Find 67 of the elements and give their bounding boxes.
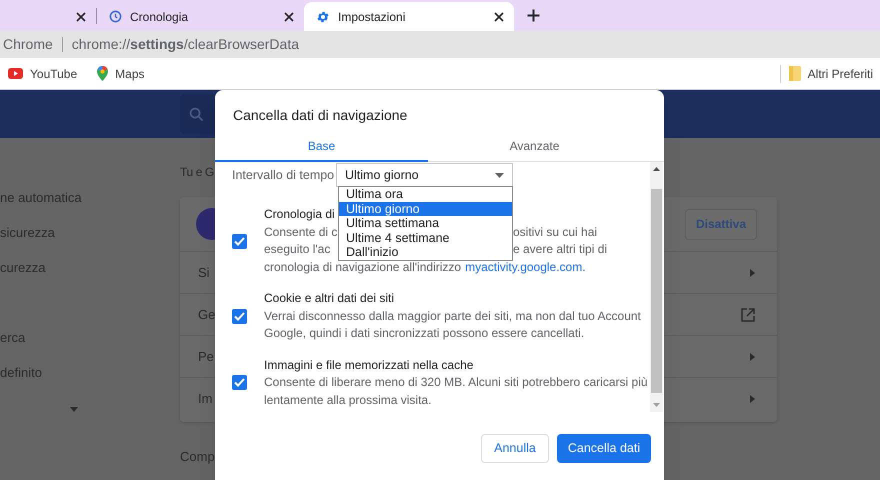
description-text: e avere altri tipi di	[513, 241, 608, 258]
folder-icon	[788, 66, 801, 81]
description-text: lentamente alla prossima visita.	[264, 392, 432, 408]
section-title: Tu e G	[180, 164, 214, 181]
app-label: Chrome	[2, 35, 53, 54]
link[interactable]: myactivity.google.com.	[465, 258, 586, 276]
description-text: Consente di c	[264, 224, 338, 238]
dialog-tab[interactable]: Avanzate	[428, 132, 641, 162]
browser-tab[interactable]: Cronologia	[97, 2, 304, 31]
play-icon	[8, 68, 23, 79]
scroll-up-icon[interactable]	[653, 167, 660, 171]
dropdown-option[interactable]: Ultima ora	[339, 187, 512, 202]
settings-row-label[interactable]: Ge	[198, 304, 216, 324]
description-text: Verrai disconnesso dalla maggior parte dei siti, ma non dal tuo Account	[264, 308, 641, 324]
dropdown-option[interactable]: Dall'inizio	[339, 245, 512, 260]
field-label: Intervallo di tempo	[232, 166, 336, 184]
close-icon[interactable]	[284, 12, 294, 22]
triangle-icon[interactable]	[750, 268, 755, 276]
search-icon	[189, 106, 204, 122]
caret-icon	[495, 172, 504, 178]
dialog-tab[interactable]: Base	[215, 132, 428, 162]
tab-title: Impostazioni	[338, 8, 406, 26]
option-title: Cronologia di	[264, 206, 335, 223]
map-pin-icon	[97, 66, 108, 81]
new-tab-icon[interactable]	[527, 9, 540, 22]
cancel-button[interactable]: Annulla	[481, 434, 549, 463]
description-text: ositivi su cui hai	[513, 224, 598, 240]
settings-icon	[316, 10, 330, 24]
description-text: Google, quindi i dati sincronizzati possono essere cancellati.	[264, 325, 584, 342]
triangle-icon[interactable]	[750, 395, 755, 403]
dropdown-option[interactable]: Ultime 4 settimane	[339, 230, 512, 246]
address-bar[interactable]: Chrome chrome://settings/clearBrowserData	[0, 31, 880, 58]
settings-row-label[interactable]: Pe	[198, 346, 214, 366]
clock-icon	[109, 10, 122, 23]
dialog-title: Cancella dati di navigazione	[232, 106, 408, 125]
checkbox[interactable]	[232, 234, 247, 248]
bookmark[interactable]: YouTube	[8, 64, 78, 82]
section-title: Comp	[180, 449, 215, 465]
close-icon[interactable]	[76, 12, 86, 22]
option-title: Cookie e altri dati dei siti	[264, 290, 394, 307]
caret-icon[interactable]	[70, 407, 78, 412]
option-title: Immagini e file memorizzati nella cache	[264, 356, 474, 374]
nav-item[interactable]: sicurezza	[0, 215, 180, 250]
dropdown-option[interactable]: Ultima settimana	[339, 216, 512, 231]
external-link-icon[interactable]	[741, 308, 755, 322]
triangle-icon[interactable]	[750, 352, 755, 360]
description-text: eseguito l'ac	[264, 242, 330, 256]
settings-row-label[interactable]: Si	[198, 262, 210, 282]
checkbox[interactable]	[232, 375, 247, 390]
settings-row-label[interactable]: Im	[198, 389, 212, 409]
description-text: Consente di liberare meno di 320 MB. Alcuni siti potrebbero caricarsi più	[264, 374, 648, 391]
description-text: cronologia di navigazione all'indirizzo	[264, 258, 462, 276]
checkbox[interactable]	[232, 308, 247, 324]
nav-item[interactable]: curezza	[0, 250, 180, 285]
nav-item[interactable]: definito	[0, 355, 180, 390]
clear-data-button[interactable]: Cancella dati	[557, 434, 651, 463]
url-text: chrome://settings/clearBrowserData	[72, 35, 299, 54]
close-icon[interactable]	[494, 12, 504, 22]
nav-item[interactable]: erca	[0, 320, 180, 355]
bookmark-folder[interactable]: Altri Preferiti	[788, 64, 873, 82]
tab-title: Cronologia	[130, 8, 190, 26]
scroll-down-icon[interactable]	[653, 403, 660, 407]
dropdown-option[interactable]: Ultimo giorno	[339, 202, 512, 216]
scrollbar[interactable]	[650, 162, 663, 412]
bookmark[interactable]: Maps	[97, 64, 144, 82]
browser-tab[interactable]: Impostazioni	[304, 2, 514, 31]
nav-item[interactable]: ne automatica	[0, 180, 180, 215]
